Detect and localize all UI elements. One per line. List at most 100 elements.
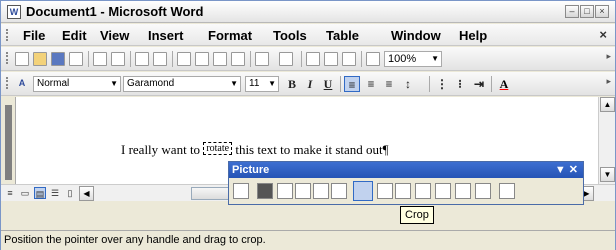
status-message: Position the pointer over any handle and…	[4, 234, 266, 246]
numbering-icon[interactable]: ⋮	[434, 76, 450, 92]
outline-view-icon[interactable]: ☰	[49, 187, 61, 199]
web-layout-view-icon[interactable]: ▭	[19, 187, 31, 199]
toolbar-separator	[340, 76, 341, 92]
menu-file[interactable]: File	[23, 28, 45, 43]
picture-toolbar-icons	[229, 178, 583, 205]
reset-picture-icon[interactable]	[499, 183, 515, 199]
toolbar-separator	[361, 51, 362, 67]
selected-text-box[interactable]: rotate	[203, 142, 233, 155]
picture-toolbar[interactable]: Picture ▼ ✕	[228, 161, 584, 205]
undo-icon[interactable]	[255, 52, 269, 66]
less-contrast-icon[interactable]	[295, 183, 311, 199]
line-style-icon[interactable]	[395, 183, 411, 199]
text-before: I really want to	[121, 142, 204, 157]
insert-table-icon[interactable]	[342, 52, 356, 66]
more-contrast-icon[interactable]	[277, 183, 293, 199]
bullets-icon[interactable]: ⁝	[452, 76, 468, 92]
menu-view[interactable]: View	[100, 28, 129, 43]
toolbar-separator	[88, 51, 89, 67]
print-icon[interactable]	[93, 52, 107, 66]
save-icon[interactable]	[51, 52, 65, 66]
open-folder-icon[interactable]	[33, 52, 47, 66]
underline-button[interactable]: U	[320, 76, 336, 92]
hyperlink-icon[interactable]	[306, 52, 320, 66]
maximize-icon[interactable]: □	[580, 5, 594, 18]
toolbar-grip-icon[interactable]	[6, 77, 8, 89]
styles-formatting-icon[interactable]: A	[15, 77, 29, 91]
toolbar-separator	[130, 51, 131, 67]
align-right-icon[interactable]: ≡	[381, 76, 397, 92]
style-value: Normal	[37, 78, 70, 89]
document-paragraph[interactable]: I really want to rotate this text to mak…	[121, 142, 389, 158]
compress-pictures-icon[interactable]	[415, 183, 431, 199]
toolbar-grip-icon[interactable]	[6, 29, 8, 41]
format-painter-icon[interactable]	[231, 52, 245, 66]
menu-tools[interactable]: Tools	[273, 28, 307, 43]
italic-button[interactable]: I	[302, 76, 318, 92]
toolbar-grip-icon[interactable]	[6, 52, 8, 64]
cut-icon[interactable]	[177, 52, 191, 66]
paste-icon[interactable]	[213, 52, 227, 66]
menu-table[interactable]: Table	[326, 28, 359, 43]
chevron-down-icon[interactable]: ▼	[268, 77, 276, 91]
document-close-icon[interactable]: ×	[599, 27, 607, 42]
reading-layout-view-icon[interactable]: ▯	[64, 187, 76, 199]
menu-window[interactable]: Window	[391, 28, 441, 43]
print-preview-icon[interactable]	[111, 52, 125, 66]
font-size-combo[interactable]: 11 ▼	[245, 76, 279, 92]
indent-icon[interactable]: ⇥	[471, 76, 487, 92]
word-window: W Document1 - Microsoft Word – □ × File …	[0, 0, 616, 250]
new-document-icon[interactable]	[15, 52, 29, 66]
insert-picture-icon[interactable]	[233, 183, 249, 199]
picture-toolbar-titlebar[interactable]: Picture ▼ ✕	[229, 162, 583, 178]
toolbar-options-icon[interactable]: ▸	[606, 51, 611, 62]
set-transparent-color-icon[interactable]	[475, 183, 491, 199]
font-combo[interactable]: Garamond ▼	[123, 76, 241, 92]
toolbar-separator	[491, 76, 492, 92]
scroll-down-icon[interactable]: ▼	[600, 167, 615, 182]
menu-help[interactable]: Help	[459, 28, 487, 43]
bold-button[interactable]: B	[284, 76, 300, 92]
spelling-icon[interactable]	[135, 52, 149, 66]
rotate-left-icon[interactable]	[377, 183, 393, 199]
menu-insert[interactable]: Insert	[148, 28, 183, 43]
crop-icon[interactable]	[353, 181, 373, 201]
format-picture-icon[interactable]	[455, 183, 471, 199]
formatting-toolbar: A Normal ▼ Garamond ▼ 11 ▼ B I U ≡ ≡ ≡ ↕…	[1, 72, 615, 96]
tables-borders-icon[interactable]	[324, 52, 338, 66]
chevron-down-icon[interactable]: ▼	[230, 77, 238, 91]
normal-view-icon[interactable]: ≡	[4, 187, 16, 199]
menu-format[interactable]: Format	[208, 28, 252, 43]
permission-icon[interactable]	[69, 52, 83, 66]
line-spacing-icon[interactable]: ↕	[400, 76, 416, 92]
style-combo[interactable]: Normal ▼	[33, 76, 121, 92]
color-icon[interactable]	[257, 183, 273, 199]
scroll-up-icon[interactable]: ▲	[600, 97, 615, 112]
font-value: Garamond	[127, 78, 175, 89]
window-title: Document1 - Microsoft Word	[26, 4, 204, 19]
chevron-down-icon[interactable]: ▼	[431, 52, 439, 66]
redo-icon[interactable]	[279, 52, 293, 66]
close-icon[interactable]: ×	[595, 5, 609, 18]
scroll-left-icon[interactable]: ◀	[79, 186, 94, 201]
font-color-icon[interactable]: A	[496, 76, 512, 92]
menu-edit[interactable]: Edit	[62, 28, 87, 43]
copy-icon[interactable]	[195, 52, 209, 66]
more-brightness-icon[interactable]	[313, 183, 329, 199]
vertical-scrollbar[interactable]: ▲ ▼	[598, 97, 615, 184]
picture-toolbar-controls[interactable]: ▼ ✕	[555, 162, 578, 178]
chevron-down-icon[interactable]: ▼	[110, 77, 118, 91]
word-app-icon[interactable]: W	[7, 5, 21, 19]
minimize-icon[interactable]: –	[565, 5, 579, 18]
columns-icon[interactable]	[366, 52, 380, 66]
title-bar: W Document1 - Microsoft Word – □ ×	[1, 1, 615, 23]
toolbar-options-icon[interactable]: ▸	[606, 76, 611, 87]
zoom-combo[interactable]: 100% ▼	[384, 51, 442, 67]
less-brightness-icon[interactable]	[331, 183, 347, 199]
text-wrapping-icon[interactable]	[435, 183, 451, 199]
align-left-icon[interactable]: ≡	[344, 76, 360, 92]
zoom-value: 100%	[388, 53, 417, 65]
align-center-icon[interactable]: ≡	[363, 76, 379, 92]
research-icon[interactable]	[153, 52, 167, 66]
print-layout-view-icon[interactable]: ▤	[34, 187, 46, 199]
